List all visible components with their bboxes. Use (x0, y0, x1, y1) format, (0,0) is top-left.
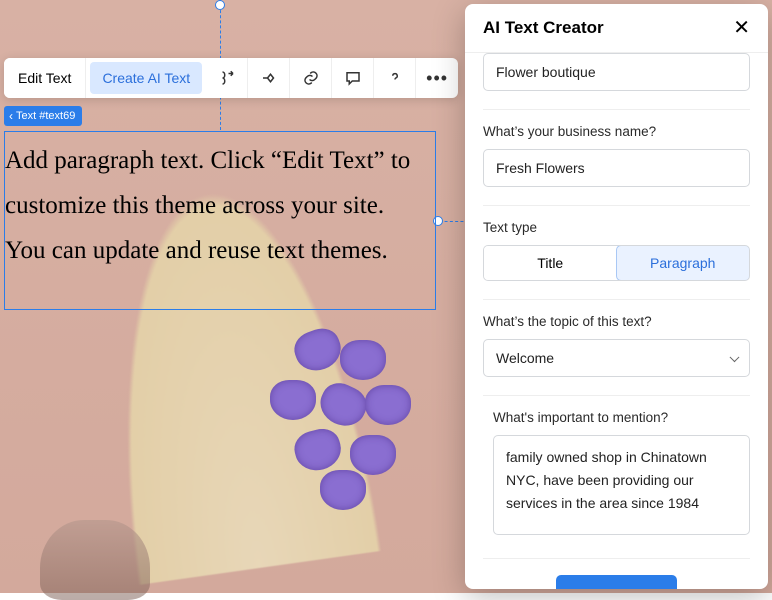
edit-text-button[interactable]: Edit Text (4, 58, 86, 98)
selection-tag-label: Text #text69 (16, 110, 75, 122)
background-vase (40, 520, 150, 600)
background-orchid (265, 330, 445, 530)
text-type-label: Text type (483, 220, 750, 235)
guide-handle[interactable] (215, 0, 225, 10)
important-textarea[interactable] (493, 435, 750, 535)
topic-select[interactable]: Welcome (483, 339, 750, 377)
text-type-segmented: Title Paragraph (483, 245, 750, 281)
comment-icon[interactable] (332, 58, 374, 98)
editor-canvas: Edit Text Create AI Text ••• Text #text6… (0, 0, 772, 593)
effects-icon[interactable] (248, 58, 290, 98)
link-icon[interactable] (290, 58, 332, 98)
paragraph-text-block[interactable]: Add paragraph text. Click “Edit Text” to… (4, 131, 436, 310)
ai-text-creator-panel: AI Text Creator ✕ What’s your business n… (465, 4, 768, 589)
help-icon[interactable] (374, 58, 416, 98)
text-type-paragraph[interactable]: Paragraph (616, 245, 751, 281)
topic-label: What’s the topic of this text? (483, 314, 750, 329)
business-name-label: What’s your business name? (483, 124, 750, 139)
close-icon[interactable]: ✕ (733, 18, 750, 38)
business-name-field[interactable] (483, 149, 750, 187)
animation-icon[interactable] (206, 58, 248, 98)
panel-title: AI Text Creator (483, 18, 604, 38)
create-text-button[interactable]: Create Text (556, 575, 676, 589)
more-icon[interactable]: ••• (416, 58, 458, 98)
important-label: What's important to mention? (493, 410, 750, 425)
business-type-field[interactable] (483, 53, 750, 91)
selection-tag[interactable]: Text #text69 (4, 106, 82, 126)
text-toolbar: Edit Text Create AI Text ••• (4, 58, 458, 98)
text-type-title[interactable]: Title (484, 246, 617, 280)
create-ai-text-button[interactable]: Create AI Text (90, 62, 202, 94)
